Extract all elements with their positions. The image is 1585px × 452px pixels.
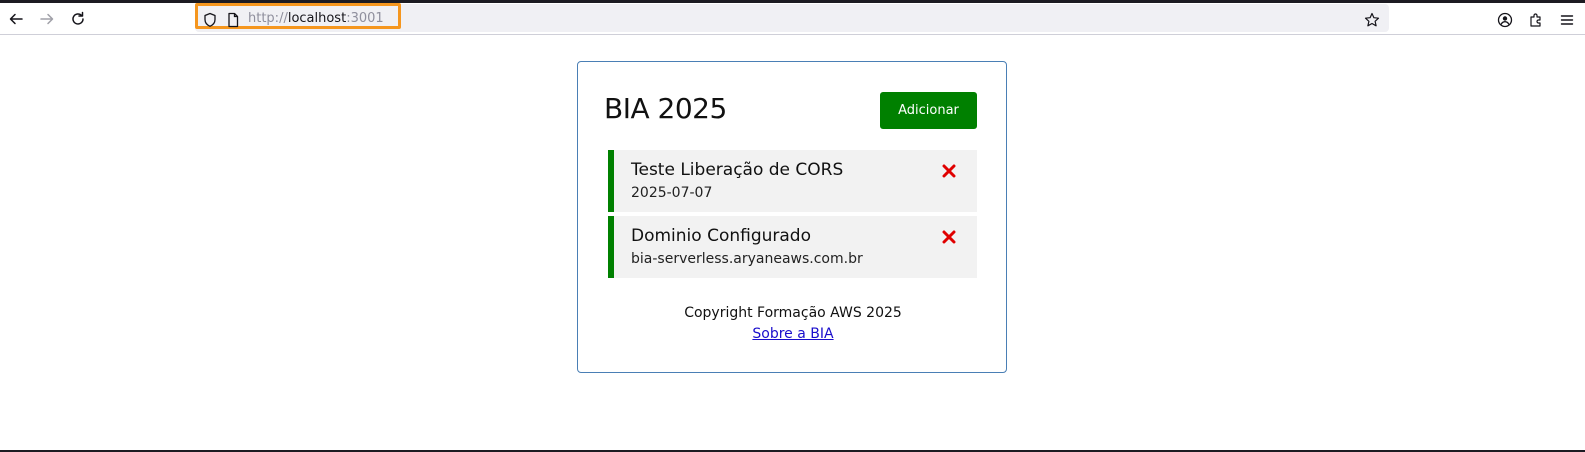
- todo-card: BIA 2025 Adicionar Teste Liberação de CO…: [577, 61, 1007, 373]
- url-port: :3001: [346, 11, 384, 26]
- page-title: BIA 2025: [604, 92, 727, 125]
- shield-icon[interactable]: [203, 12, 217, 28]
- arrow-right-icon: [40, 13, 54, 25]
- arrow-left-icon: [9, 13, 23, 25]
- url-host: localhost: [287, 11, 347, 26]
- star-icon[interactable]: [1364, 12, 1380, 28]
- task-title: Teste Liberação de CORS: [631, 160, 844, 180]
- reload-icon: [72, 11, 84, 25]
- task-title: Dominio Configurado: [631, 226, 811, 246]
- page-icon[interactable]: [226, 12, 240, 28]
- hamburger-menu-icon[interactable]: [1559, 12, 1575, 28]
- back-button[interactable]: [4, 7, 28, 31]
- browser-toolbar: http://localhost:3001: [0, 3, 1585, 35]
- task-subtitle: bia-serverless.aryaneaws.com.br: [631, 251, 863, 267]
- about-link[interactable]: Sobre a BIA: [752, 326, 833, 342]
- footer-copyright: Copyright Formação AWS 2025: [684, 305, 902, 321]
- task-subtitle: 2025-07-07: [631, 185, 713, 201]
- url-scheme: http://: [248, 11, 288, 26]
- puzzle-icon[interactable]: [1528, 12, 1544, 28]
- url-text[interactable]: http://localhost:3001: [248, 11, 384, 26]
- task-item[interactable]: Dominio Configurado bia-serverless.aryan…: [608, 216, 977, 278]
- delete-icon[interactable]: [942, 230, 956, 244]
- forward-button[interactable]: [35, 7, 59, 31]
- task-item[interactable]: Teste Liberação de CORS 2025-07-07: [608, 150, 977, 212]
- delete-icon[interactable]: [942, 164, 956, 178]
- reload-button[interactable]: [66, 7, 90, 31]
- add-button[interactable]: Adicionar: [880, 92, 977, 129]
- account-icon[interactable]: [1497, 12, 1513, 28]
- footer-link-wrapper: Sobre a BIA: [578, 326, 1008, 342]
